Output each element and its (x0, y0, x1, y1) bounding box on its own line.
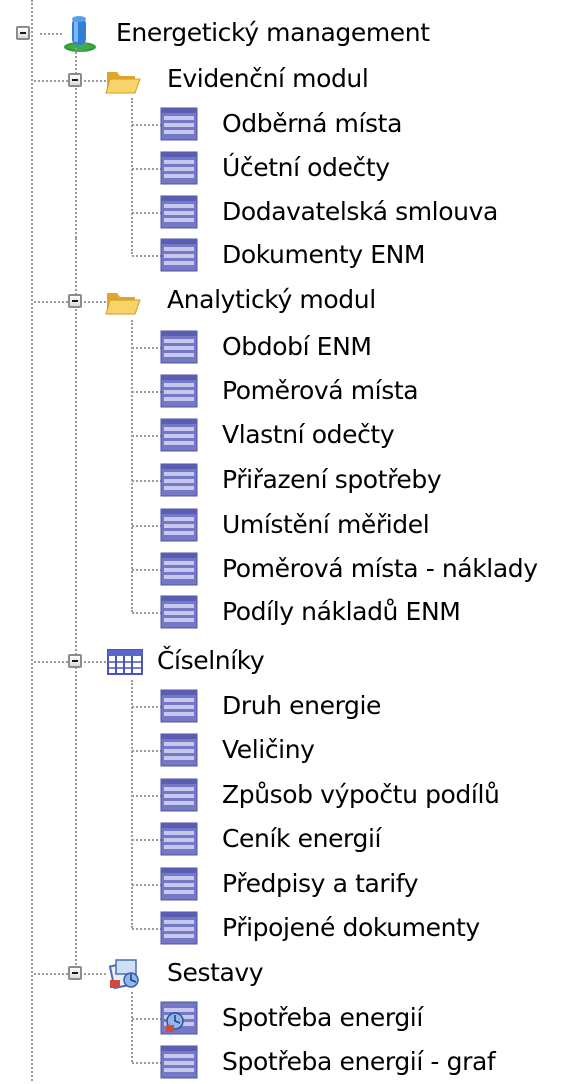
tree-line (132, 839, 162, 841)
tree-item-label[interactable]: Přiřazení spotřeby (222, 463, 442, 497)
form-icon (160, 373, 198, 409)
tree-line (132, 347, 162, 349)
tree-line (132, 391, 162, 393)
energy-management-icon (60, 14, 100, 54)
tree-line (131, 98, 133, 254)
form-icon (160, 417, 198, 453)
tree-item-label[interactable]: Podíly nákladů ENM (222, 595, 461, 629)
tree-item-label[interactable]: Spotřeba energií - graf (222, 1045, 496, 1079)
tree-item-label[interactable]: Připojené dokumenty (222, 911, 480, 945)
form-icon (160, 551, 198, 587)
tree-line (40, 33, 62, 35)
tree-item-label[interactable]: Období ENM (222, 330, 372, 364)
collapse-toggle-sestavy[interactable] (68, 966, 82, 980)
tree-line (132, 435, 162, 437)
tree-item-label[interactable]: Účetní odečty (222, 151, 390, 185)
group-label-ciselniky[interactable]: Číselníky (157, 644, 265, 678)
tree-line (132, 569, 162, 571)
group-label-analyticky[interactable]: Analytický modul (167, 283, 376, 317)
tree-item-label[interactable]: Dokumenty ENM (222, 238, 425, 272)
tree-item-label[interactable]: Poměrová místa - náklady (222, 552, 538, 586)
form-icon (160, 329, 198, 365)
tree-line (132, 525, 162, 527)
form-icon (160, 910, 198, 946)
tree-item-label[interactable]: Dodavatelská smlouva (222, 195, 498, 229)
tree-item-label[interactable]: Způsob výpočtu podílů (222, 778, 500, 812)
report-form-icon (160, 1000, 198, 1036)
tree-item-label[interactable]: Druh energie (222, 689, 381, 723)
tree-line (132, 928, 162, 930)
tree-item-label[interactable]: Předpisy a tarify (222, 867, 419, 901)
tree-line (132, 168, 162, 170)
tree-line (75, 658, 77, 973)
tree-item-label[interactable]: Umístění měřidel (222, 508, 430, 542)
tree-line (132, 124, 162, 126)
tree-line (132, 1018, 162, 1020)
form-icon (160, 1044, 198, 1080)
tree-line (34, 80, 68, 82)
tree-line (132, 1062, 162, 1064)
table-grid-icon (106, 644, 144, 680)
form-icon (160, 594, 198, 630)
tree-item-label[interactable]: Poměrová místa (222, 374, 419, 408)
group-label-evidencni[interactable]: Evidenční modul (167, 62, 369, 96)
tree-line (84, 661, 106, 663)
tree-line (34, 301, 68, 303)
tree-item-label[interactable]: Spotřeba energií (222, 1001, 423, 1035)
collapse-toggle-root[interactable] (16, 26, 30, 40)
collapse-toggle-evidencni[interactable] (68, 73, 82, 87)
tree-line (34, 661, 68, 663)
tree-line (131, 680, 133, 928)
tree-line (34, 973, 68, 975)
tree-item-label[interactable]: Vlastní odečty (222, 418, 395, 452)
tree-root-label[interactable]: Energetický management (116, 16, 430, 50)
tree-line (84, 973, 106, 975)
form-icon (160, 237, 198, 273)
form-icon (160, 821, 198, 857)
tree-line (132, 750, 162, 752)
form-icon (160, 194, 198, 230)
folder-open-icon (104, 283, 142, 319)
form-icon (160, 777, 198, 813)
tree-line (132, 612, 162, 614)
form-icon (160, 462, 198, 498)
tree-item-label[interactable]: Odběrná místa (222, 107, 402, 141)
reports-icon (106, 954, 144, 990)
tree-line (132, 255, 162, 257)
tree-item-label[interactable]: Veličiny (222, 733, 315, 767)
collapse-toggle-analyticky[interactable] (68, 294, 82, 308)
form-icon (160, 507, 198, 543)
form-icon (160, 150, 198, 186)
group-label-sestavy[interactable]: Sestavy (167, 956, 264, 990)
collapse-toggle-ciselniky[interactable] (68, 654, 82, 668)
form-icon (160, 106, 198, 142)
tree-line (132, 795, 162, 797)
navigation-tree: Energetický management Evidenční modul O… (0, 0, 569, 1081)
tree-line (132, 480, 162, 482)
folder-open-icon (104, 62, 142, 98)
tree-item-label[interactable]: Ceník energií (222, 822, 381, 856)
tree-line (132, 884, 162, 886)
tree-line (31, 0, 33, 1081)
tree-line (131, 992, 133, 1062)
form-icon (160, 866, 198, 902)
tree-line (84, 301, 106, 303)
tree-line (84, 80, 106, 82)
form-icon (160, 732, 198, 768)
tree-line (132, 706, 162, 708)
form-icon (160, 688, 198, 724)
tree-line (132, 212, 162, 214)
